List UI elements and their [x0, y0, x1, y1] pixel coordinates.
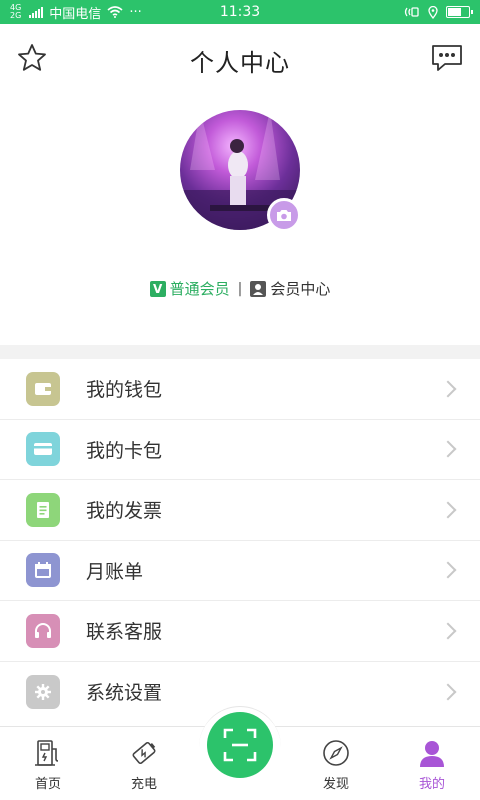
card-icon [26, 432, 60, 467]
invoice-icon [26, 492, 60, 527]
wifi-icon [107, 6, 123, 18]
chevron-right-icon [439, 440, 457, 458]
battery-icon [446, 6, 473, 18]
status-right [404, 5, 473, 19]
compass-icon [323, 740, 349, 766]
user-icon [250, 280, 267, 297]
member-row: V 普通会员 | 会员中心 [0, 278, 480, 299]
section-divider [0, 345, 480, 359]
nav-tab-charge[interactable]: 充电 [96, 727, 192, 800]
menu-item-label: 我的发票 [86, 500, 163, 523]
menu-item-invoice[interactable]: 我的发票 [0, 480, 480, 541]
menu-item-label: 我的钱包 [86, 379, 163, 402]
menu-item-monthly-bill[interactable]: 月账单 [0, 541, 480, 601]
location-icon [428, 5, 438, 19]
scan-icon [223, 728, 257, 762]
chevron-right-icon [439, 561, 457, 579]
battery-level [448, 8, 462, 16]
change-avatar-button[interactable] [267, 198, 301, 232]
menu-item-label: 系统设置 [86, 682, 163, 705]
nav-label-home: 首页 [34, 777, 61, 792]
nav-tab-mine[interactable]: 我的 [384, 727, 480, 800]
nav-label-discover: 发现 [322, 777, 349, 792]
scan-button[interactable] [207, 712, 273, 778]
chevron-right-icon [439, 683, 457, 701]
favorite-star-icon[interactable] [16, 42, 48, 74]
battery-charge-icon [132, 741, 156, 765]
signal-icon [29, 6, 44, 18]
nfc-icon [404, 7, 419, 17]
nav-tab-discover[interactable]: 发现 [288, 727, 384, 800]
headset-icon [26, 613, 60, 648]
user-profile-icon [420, 741, 444, 767]
menu-item-label: 联系客服 [86, 621, 163, 644]
nav-label-charge: 充电 [130, 777, 157, 792]
status-bar: 4G 2G 中国电信 ··· 11:33 [0, 0, 480, 24]
network-label-2: 2G [10, 11, 22, 20]
member-separator: | [237, 280, 243, 297]
nav-tab-home[interactable]: 首页 [0, 727, 96, 800]
member-level-label: 普通会员 [169, 280, 230, 298]
menu-item-label: 我的卡包 [86, 439, 163, 462]
gear-icon [26, 674, 60, 709]
wallet-icon [26, 371, 60, 406]
chevron-right-icon [439, 622, 457, 640]
menu-item-card[interactable]: 我的卡包 [0, 420, 480, 480]
calendar-icon [26, 553, 60, 588]
chevron-right-icon [439, 501, 457, 519]
member-center-link[interactable]: 会员中心 [250, 278, 330, 299]
page-header: 个人中心 [0, 24, 480, 96]
camera-icon [277, 210, 291, 221]
vip-badge-icon: V [149, 280, 166, 297]
menu-list: 我的钱包 我的卡包 我的发票 月账单 联系客服 系统设置 [0, 359, 480, 722]
menu-item-label: 月账单 [86, 560, 144, 583]
page-title: 个人中心 [190, 48, 290, 77]
nav-label-mine: 我的 [418, 777, 445, 792]
network-type: 4G 2G [10, 4, 21, 20]
more-dots: ··· [129, 4, 142, 20]
chevron-right-icon [439, 380, 457, 398]
member-level-link[interactable]: V 普通会员 [149, 278, 230, 299]
menu-item-customer-service[interactable]: 联系客服 [0, 601, 480, 662]
status-left: 4G 2G 中国电信 ··· [10, 3, 142, 22]
message-icon[interactable] [430, 42, 464, 74]
carrier-name: 中国电信 [49, 6, 102, 22]
member-center-label: 会员中心 [270, 280, 331, 298]
charging-station-icon [35, 740, 59, 766]
menu-item-wallet[interactable]: 我的钱包 [0, 359, 480, 420]
